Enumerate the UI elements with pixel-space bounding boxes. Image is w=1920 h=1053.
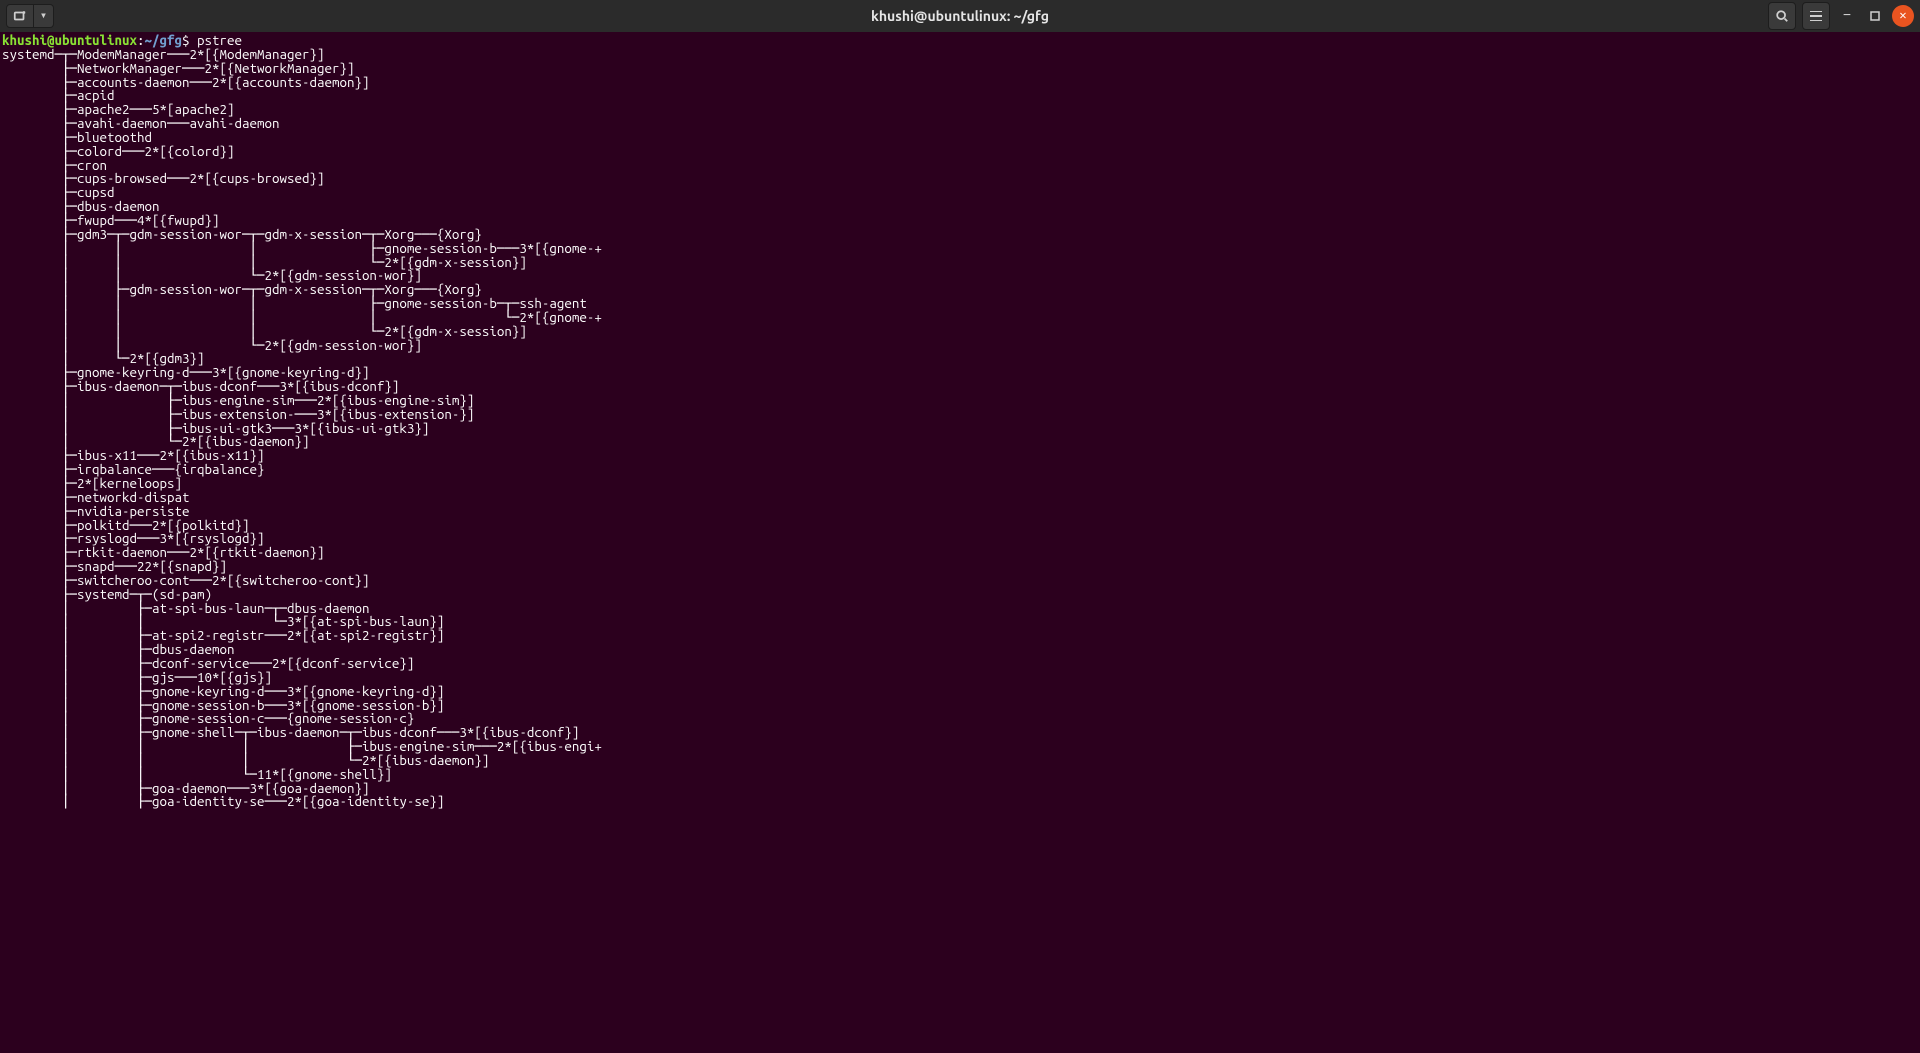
hamburger-icon <box>1810 11 1822 22</box>
menu-button[interactable] <box>1802 2 1830 30</box>
prompt-user-host: khushi@ubuntulinux <box>2 33 137 48</box>
search-icon <box>1775 9 1789 23</box>
terminal-area[interactable]: khushi@ubuntulinux:~/gfg$ pstree systemd… <box>0 32 1920 811</box>
window-titlebar: ▾ khushi@ubuntulinux: ~/gfg ─ ✕ <box>0 0 1920 32</box>
chevron-down-icon: ▾ <box>40 10 47 22</box>
pstree-output: systemd─┬─ModemManager───2*[{ModemManage… <box>2 47 602 810</box>
new-tab-button[interactable] <box>6 4 34 28</box>
prompt-path: ~/gfg <box>144 33 182 48</box>
close-icon: ✕ <box>1899 10 1906 22</box>
maximize-button[interactable] <box>1864 5 1886 27</box>
command-text: pstree <box>197 33 242 48</box>
minimize-icon: ─ <box>1844 10 1851 22</box>
search-button[interactable] <box>1768 2 1796 30</box>
maximize-icon <box>1870 11 1880 21</box>
minimize-button[interactable]: ─ <box>1836 5 1858 27</box>
prompt-line: khushi@ubuntulinux:~/gfg$ pstree <box>2 33 242 48</box>
prompt-symbol: $ <box>182 33 197 48</box>
window-title: khushi@ubuntulinux: ~/gfg <box>0 9 1920 23</box>
close-button[interactable]: ✕ <box>1892 5 1914 27</box>
new-tab-dropdown-button[interactable]: ▾ <box>34 4 54 28</box>
new-tab-icon <box>13 9 27 23</box>
titlebar-left-group: ▾ <box>6 4 54 28</box>
titlebar-right-group: ─ ✕ <box>1768 2 1914 30</box>
